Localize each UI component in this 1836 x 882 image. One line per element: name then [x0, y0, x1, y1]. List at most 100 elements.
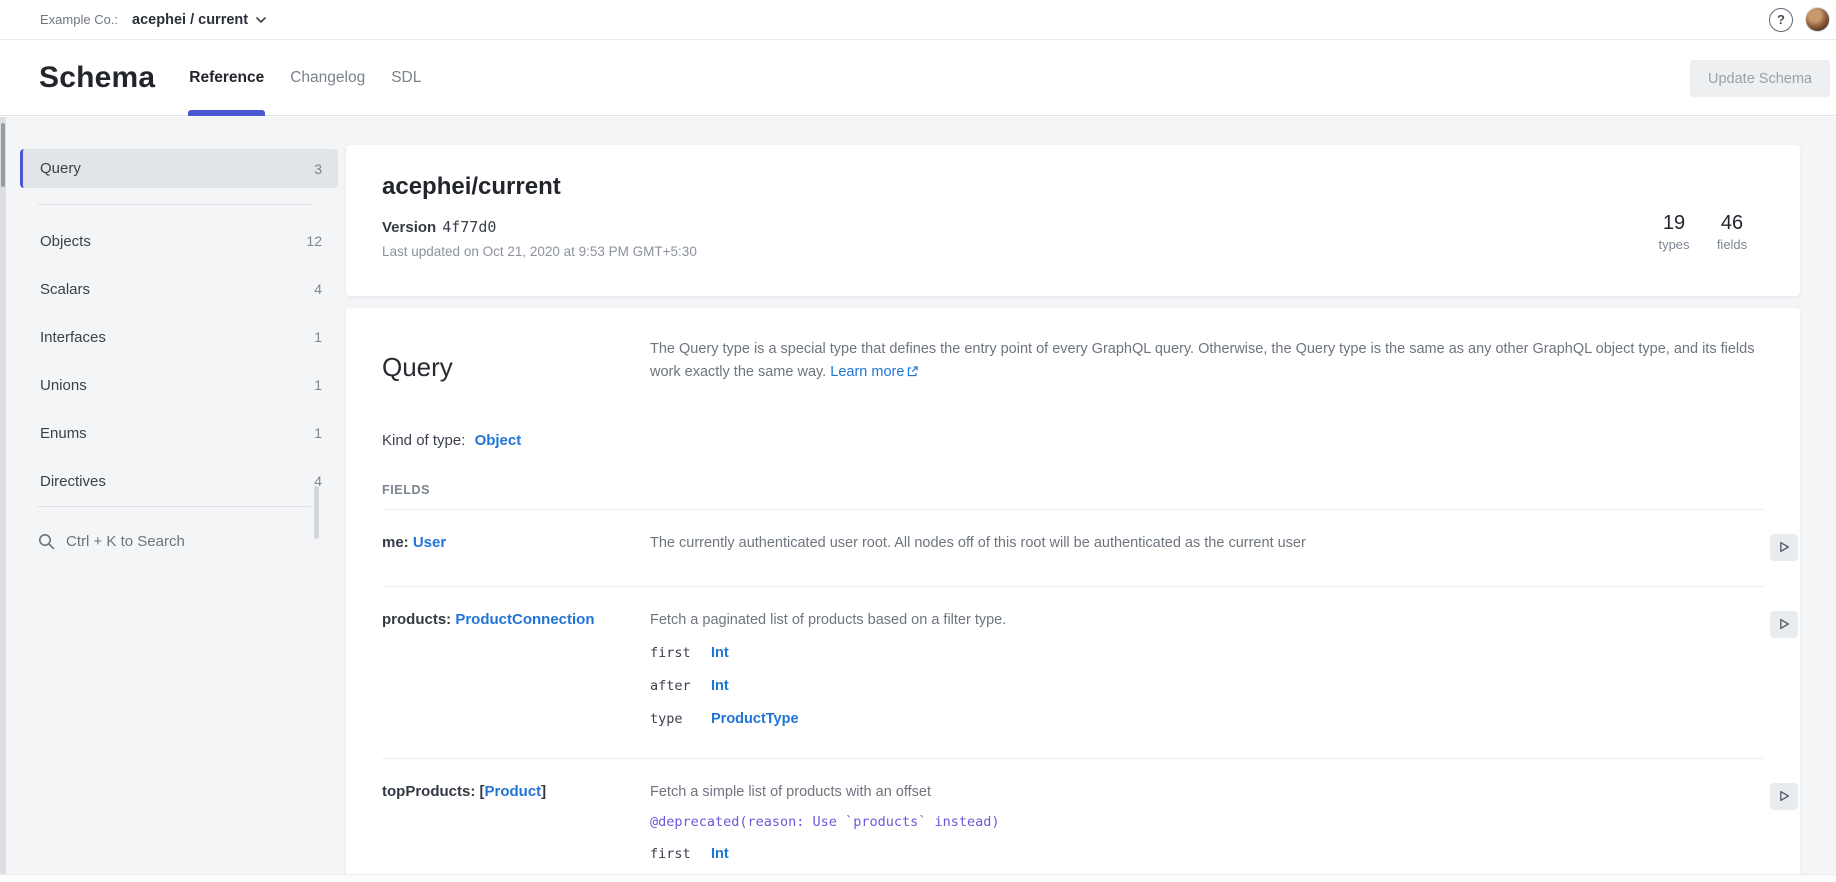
chevron-down-icon: [256, 17, 266, 23]
type-bracket-close: ]: [541, 783, 546, 800]
arg-type-link[interactable]: Int: [711, 645, 729, 661]
run-in-explorer-button[interactable]: [1770, 611, 1798, 638]
kind-value-link[interactable]: Object: [475, 432, 522, 449]
arg-type-link[interactable]: Int: [711, 678, 729, 694]
learn-more-label: Learn more: [830, 364, 904, 380]
stat-label: types: [1656, 237, 1692, 252]
version-line: Version4f77d0: [382, 217, 1764, 238]
sidebar-item-unions[interactable]: Unions 1: [20, 361, 338, 409]
field-arg: afterInt: [650, 678, 1764, 695]
field-name: me: User: [382, 534, 650, 552]
learn-more-link[interactable]: Learn more: [830, 364, 918, 380]
sidebar-item-objects[interactable]: Objects 12: [20, 217, 338, 265]
deprecated-directive: @deprecated(reason: Use `products` inste…: [650, 814, 1764, 830]
field-args: firstInt: [650, 846, 1764, 863]
help-icon[interactable]: ?: [1769, 8, 1793, 32]
org-label: Example Co.:: [40, 12, 118, 27]
field-body: The currently authenticated user root. A…: [650, 534, 1764, 552]
sidebar: Query3Objects12Scalars4Interfaces1Unions…: [20, 149, 338, 565]
avatar[interactable]: [1805, 7, 1830, 32]
update-schema-button[interactable]: Update Schema: [1690, 60, 1830, 97]
type-description-text: The Query type is a special type that de…: [650, 341, 1754, 380]
left-scrollbar-track[interactable]: [0, 117, 6, 874]
sidebar-item-count: 1: [314, 425, 322, 441]
sidebar-item-label: Query: [40, 160, 81, 177]
stat-fields: 46 fields: [1714, 211, 1750, 252]
stat-value: 46: [1714, 211, 1750, 235]
arg-name: type: [650, 711, 711, 727]
sidebar-item-query[interactable]: Query3: [20, 149, 338, 188]
field-name-label: me:: [382, 534, 413, 551]
field-name: products: ProductConnection: [382, 611, 650, 728]
arg-type-link[interactable]: ProductType: [711, 711, 799, 727]
graph-title: acephei/current: [382, 171, 1764, 203]
sidebar-item-label: Unions: [40, 377, 87, 394]
sidebar-item-scalars[interactable]: Scalars 4: [20, 265, 338, 313]
arg-name: first: [650, 645, 711, 661]
run-in-explorer-button[interactable]: [1770, 534, 1798, 561]
topbar-right: ?: [1769, 7, 1830, 32]
content-area: Query3Objects12Scalars4Interfaces1Unions…: [0, 117, 1836, 882]
field-type-link[interactable]: Product: [485, 783, 542, 800]
page-header: Schema Reference Changelog SDL Update Sche…: [0, 41, 1836, 116]
field-description: Fetch a paginated list of products based…: [650, 611, 1764, 629]
run-in-explorer-button[interactable]: [1770, 783, 1798, 810]
sidebar-scrollbar-thumb[interactable]: [314, 486, 319, 539]
external-link-icon: [907, 362, 918, 385]
arg-type-link[interactable]: Int: [711, 846, 729, 862]
sidebar-item-directives[interactable]: Directives4: [20, 457, 338, 505]
sidebar-nav: Query3Objects12Scalars4Interfaces1Unions…: [20, 149, 338, 507]
field-row: products: ProductConnectionFetch a pagin…: [382, 586, 1764, 758]
divider: [38, 506, 311, 507]
graph-selector[interactable]: acephei / current: [130, 8, 268, 32]
field-arg: firstInt: [650, 645, 1764, 662]
sidebar-item-label: Objects: [40, 233, 91, 250]
app-window: Example Co.: acephei / current ? Schema …: [0, 0, 1836, 882]
tab-bar: Reference Changelog SDL: [188, 41, 422, 115]
page-title: Schema: [39, 61, 155, 95]
sidebar-item-label: Scalars: [40, 281, 90, 298]
field-row: me: UserThe currently authenticated user…: [382, 509, 1764, 586]
kind-of-type-row: Kind of type: Object: [382, 432, 1764, 449]
bottom-scrollbar-track[interactable]: [0, 874, 1836, 882]
field-name: topProducts: [Product]: [382, 783, 650, 863]
sidebar-item-label: Enums: [40, 425, 87, 442]
field-arg: firstInt: [650, 846, 1764, 863]
version-label: Version: [382, 219, 436, 236]
search-icon: [38, 533, 55, 550]
fields-list: me: UserThe currently authenticated user…: [382, 509, 1764, 882]
field-type-link[interactable]: User: [413, 534, 446, 551]
sidebar-item-enums[interactable]: Enums 1: [20, 409, 338, 457]
last-updated: Last updated on Oct 21, 2020 at 9:53 PM …: [382, 243, 1764, 261]
field-type-link[interactable]: ProductConnection: [455, 611, 594, 628]
schema-stats: 19types 46 fields: [1656, 211, 1750, 252]
tab-changelog[interactable]: Changelog: [289, 41, 366, 115]
arg-name: first: [650, 846, 711, 862]
tab-sdl[interactable]: SDL: [390, 41, 422, 115]
type-name: Query: [382, 352, 650, 400]
field-description: Fetch a simple list of products with an …: [650, 783, 1764, 801]
sidebar-search[interactable]: Ctrl + K to Search: [20, 517, 338, 565]
stat-types: 19types: [1656, 211, 1692, 252]
graph-selector-label: acephei / current: [132, 12, 248, 28]
field-name-label: products:: [382, 611, 455, 628]
field-name-label: topProducts:: [382, 783, 480, 800]
type-description: The Query type is a special type that de…: [650, 338, 1758, 385]
tab-reference[interactable]: Reference: [188, 41, 265, 115]
sidebar-item-interfaces[interactable]: Interfaces 1: [20, 313, 338, 361]
sidebar-item-count: 4: [314, 281, 322, 297]
sidebar-search-hint: Ctrl + K to Search: [66, 533, 185, 550]
sidebar-item-count: 12: [306, 233, 322, 249]
left-scrollbar-thumb[interactable]: [1, 123, 5, 187]
sidebar-item-label: Interfaces: [40, 329, 106, 346]
fields-heading: FIELDS: [382, 483, 1764, 497]
stat-label: fields: [1714, 237, 1750, 252]
type-reference-card: Query The Query type is a special type t…: [346, 308, 1800, 882]
field-arg: typeProductType: [650, 711, 1764, 728]
divider: [38, 204, 311, 205]
sidebar-item-count: 1: [314, 377, 322, 393]
graph-overview-card: acephei/current Version4f77d0 Last updat…: [346, 145, 1800, 296]
sidebar-item-label: Directives: [40, 473, 106, 490]
type-header: Query The Query type is a special type t…: [382, 308, 1764, 400]
sidebar-item-count: 1: [314, 329, 322, 345]
